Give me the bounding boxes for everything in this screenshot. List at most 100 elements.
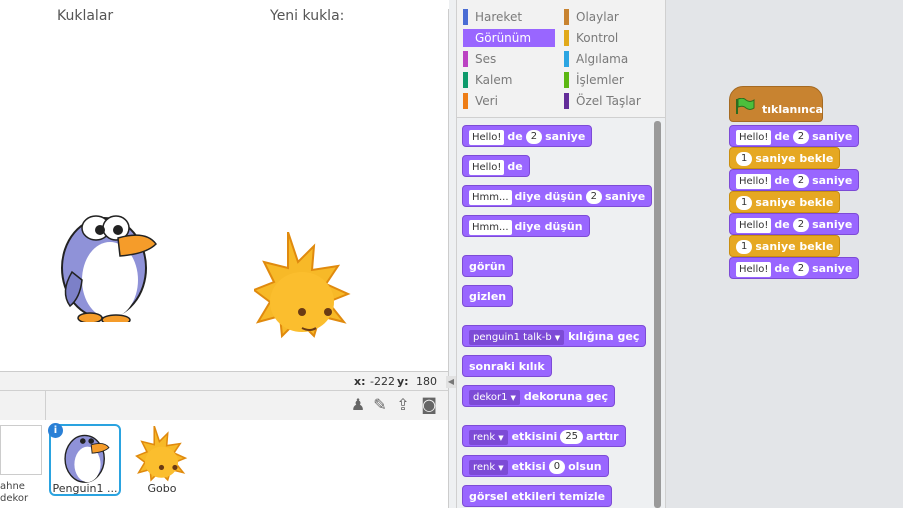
- category-color-bar: [564, 9, 569, 25]
- sprite-name-penguin: Penguin1 ...: [52, 482, 118, 495]
- script-say-for-secs-block[interactable]: Hello! de 2 saniye: [729, 169, 860, 191]
- palette-say-for-secs-block[interactable]: Hello! de 2 saniye: [462, 125, 593, 147]
- block-word: saniye: [812, 130, 853, 143]
- new-sprite-label: Yeni kukla:: [270, 8, 345, 24]
- category-color-bar: [564, 93, 569, 109]
- stage[interactable]: [0, 9, 449, 372]
- say-text-input[interactable]: Hello!: [469, 129, 505, 145]
- block-word: saniye: [604, 190, 646, 203]
- category-ses[interactable]: Ses: [463, 50, 555, 68]
- pane-splitter[interactable]: [449, 0, 457, 508]
- secs-input[interactable]: 2: [792, 174, 810, 188]
- category-ozel-taslar[interactable]: Özel Taşlar: [564, 92, 656, 110]
- script-wait-block[interactable]: 1 saniye bekle: [729, 147, 841, 169]
- category-color-bar: [564, 72, 569, 88]
- category-veri[interactable]: Veri: [463, 92, 555, 110]
- palette-set-effect-block[interactable]: renk ▼ etkisi 0 olsun: [462, 455, 609, 477]
- script-wait-block[interactable]: 1 saniye bekle: [729, 191, 841, 213]
- block-word: de: [507, 130, 523, 143]
- block-word: saniye: [812, 218, 853, 231]
- stage-label-line1: ahne: [0, 481, 25, 492]
- block-word: etkisini: [511, 430, 558, 443]
- effect-dropdown[interactable]: renk ▼: [469, 459, 508, 475]
- palette-think-block[interactable]: Hmm... diye düşün: [462, 215, 590, 237]
- palette-change-effect-block[interactable]: renk ▼ etkisini 25 arttır: [462, 425, 626, 447]
- category-label: Kontrol: [576, 31, 619, 45]
- palette-clear-effects-block[interactable]: görsel etkileri temizle: [462, 485, 613, 507]
- block-word: olsun: [568, 460, 602, 473]
- palette-switch-backdrop-block[interactable]: dekor1 ▼ dekoruna geç: [462, 385, 616, 407]
- say-text-input[interactable]: Hello!: [469, 159, 505, 175]
- wait-secs-input[interactable]: 1: [736, 152, 753, 166]
- script-say-for-secs-block[interactable]: Hello! de 2 saniye: [729, 257, 860, 279]
- palette-next-costume-block[interactable]: sonraki kılık: [462, 355, 552, 377]
- block-word: saniye bekle: [755, 240, 834, 253]
- script-say-for-secs-block[interactable]: Hello! de 2 saniye: [729, 125, 860, 147]
- palette-switch-costume-block[interactable]: penguin1 talk-b ▼ kılığına geç: [462, 325, 647, 347]
- category-label: İşlemler: [576, 73, 624, 87]
- say-text-input[interactable]: Hello!: [736, 129, 772, 145]
- camera-sprite-icon[interactable]: ◙: [420, 396, 438, 414]
- say-text-input[interactable]: Hello!: [736, 217, 772, 233]
- say-text-input[interactable]: Hello!: [736, 173, 772, 189]
- script-say-for-secs-block[interactable]: Hello! de 2 saniye: [729, 213, 860, 235]
- choose-sprite-from-library-icon[interactable]: ♟: [349, 396, 367, 414]
- secs-input[interactable]: 2: [792, 218, 810, 232]
- palette-hide-block[interactable]: gizlen: [462, 285, 514, 307]
- penguin-sprite[interactable]: [58, 202, 160, 322]
- category-label: Hareket: [475, 10, 523, 24]
- gobo-sprite[interactable]: [254, 232, 352, 344]
- script-wait-block[interactable]: 1 saniye bekle: [729, 235, 841, 257]
- block-word: dekoruna geç: [523, 390, 609, 403]
- block-word: saniye: [812, 174, 853, 187]
- block-word: diye düşün: [514, 190, 583, 203]
- say-text-input[interactable]: Hello!: [736, 261, 772, 277]
- block-word: diye düşün: [514, 220, 583, 233]
- category-gorunum[interactable]: Görünüm: [463, 29, 555, 47]
- category-kalem[interactable]: Kalem: [463, 71, 555, 89]
- category-olaylar[interactable]: Olaylar: [564, 8, 656, 26]
- upload-sprite-icon[interactable]: ⇪: [394, 396, 412, 414]
- block-word: de: [774, 262, 790, 275]
- stage-thumbnail[interactable]: [0, 425, 42, 475]
- wait-secs-input[interactable]: 1: [736, 240, 753, 254]
- category-label: Algılama: [576, 52, 629, 66]
- costume-dropdown[interactable]: penguin1 talk-b ▼: [469, 329, 565, 345]
- effect-amount-input[interactable]: 0: [548, 460, 566, 474]
- block-word: kılığına geç: [568, 330, 640, 343]
- palette-say-block[interactable]: Hello! de: [462, 155, 530, 177]
- backdrop-dropdown[interactable]: dekor1 ▼: [469, 389, 520, 405]
- category-label: Ses: [475, 52, 497, 66]
- category-label: Kalem: [475, 73, 513, 87]
- category-kontrol[interactable]: Kontrol: [564, 29, 656, 47]
- effect-dropdown[interactable]: renk ▼: [469, 429, 508, 445]
- sprites-title: Kuklalar: [57, 8, 114, 24]
- block-word: de: [774, 174, 790, 187]
- block-categories: Hareket Olaylar Görünüm Kontrol Ses Algı…: [457, 0, 665, 118]
- secs-input[interactable]: 2: [585, 190, 602, 204]
- collapse-stage-icon[interactable]: ◀: [446, 376, 456, 388]
- secs-input[interactable]: 2: [792, 262, 810, 276]
- secs-input[interactable]: 2: [792, 130, 810, 144]
- sprite-info-icon[interactable]: i: [48, 423, 63, 438]
- block-word: saniye: [545, 130, 586, 143]
- block-word: de: [774, 218, 790, 231]
- y-label: y:: [397, 375, 409, 388]
- category-islemler[interactable]: İşlemler: [564, 71, 656, 89]
- category-label: Görünüm: [475, 31, 532, 45]
- think-text-input[interactable]: Hmm...: [469, 219, 512, 235]
- paint-new-sprite-icon[interactable]: ✎: [371, 396, 389, 414]
- category-hareket[interactable]: Hareket: [463, 8, 555, 26]
- block-word: de: [774, 130, 790, 143]
- stage-label-line2: dekor: [0, 493, 29, 504]
- secs-input[interactable]: 2: [525, 130, 543, 144]
- effect-amount-input[interactable]: 25: [560, 430, 584, 444]
- think-text-input[interactable]: Hmm...: [469, 189, 512, 205]
- palette-scrollbar[interactable]: [654, 121, 661, 508]
- palette-think-for-secs-block[interactable]: Hmm... diye düşün 2 saniye: [462, 185, 653, 207]
- category-algilama[interactable]: Algılama: [564, 50, 656, 68]
- wait-secs-input[interactable]: 1: [736, 196, 753, 210]
- gobo-thumb-image: [135, 426, 188, 482]
- category-color-bar: [463, 30, 468, 46]
- palette-show-block[interactable]: görün: [462, 255, 513, 277]
